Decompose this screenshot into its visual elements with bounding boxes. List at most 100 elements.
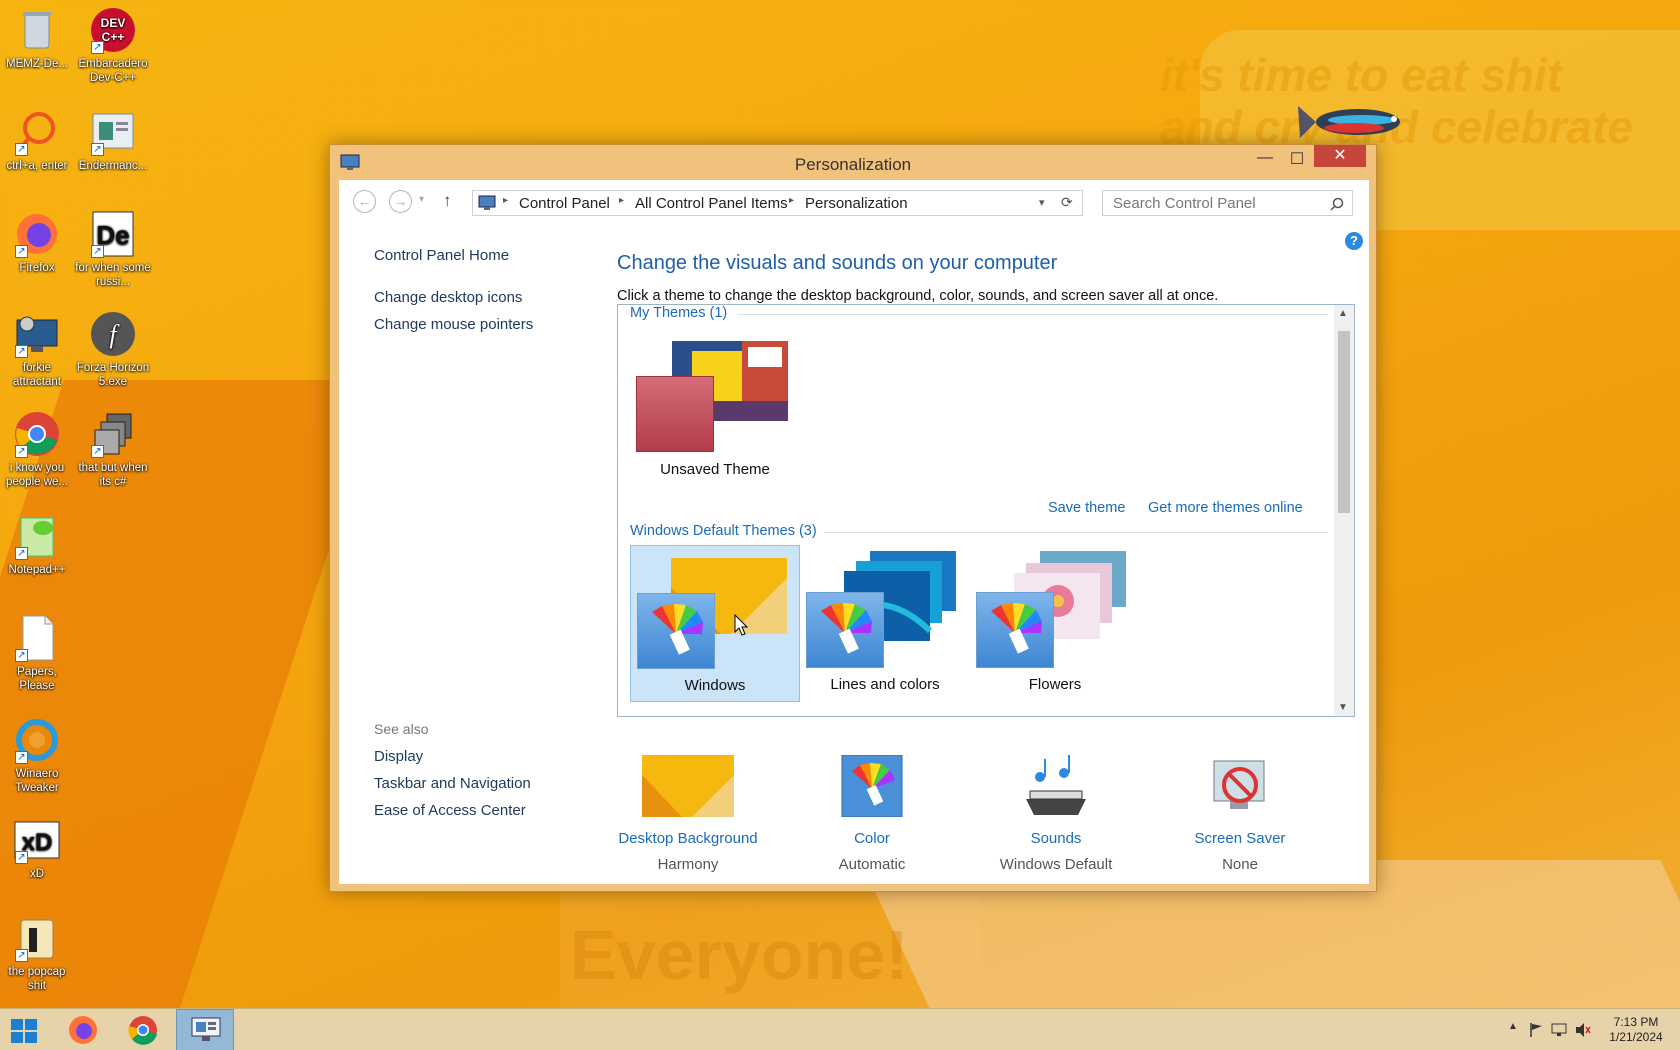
start-button[interactable] bbox=[0, 1009, 58, 1050]
search-icon: ↗ bbox=[13, 108, 61, 156]
flag-icon[interactable] bbox=[1529, 1022, 1543, 1038]
window-content: ← → ▾ ↑ ▸ Control Panel ▸ All Control Pa… bbox=[339, 180, 1369, 884]
default-themes-header: Windows Default Themes (3) bbox=[630, 523, 817, 539]
desktop-icon-endermanch[interactable]: ↗ Endermanc... bbox=[75, 108, 151, 173]
setting-title[interactable]: Screen Saver bbox=[1165, 830, 1315, 847]
themes-scrollbar[interactable]: ▲ ▼ bbox=[1334, 305, 1354, 716]
icon-label: xD bbox=[29, 868, 45, 880]
theme-windows[interactable]: Windows bbox=[630, 545, 800, 702]
navigation-bar: ← → ▾ ↑ ▸ Control Panel ▸ All Control Pa… bbox=[339, 180, 1369, 222]
theme-color-swatch bbox=[806, 592, 884, 668]
taskbar-chrome[interactable] bbox=[114, 1009, 172, 1050]
setting-title[interactable]: Color bbox=[797, 830, 947, 847]
show-hidden-icons-button[interactable]: ▲ bbox=[1508, 1021, 1518, 1032]
forward-button[interactable]: → bbox=[389, 190, 412, 213]
chrome-icon: ↗ bbox=[13, 410, 61, 458]
icon-label: Papers, Please bbox=[17, 666, 57, 692]
mouse-cursor-icon bbox=[734, 614, 748, 636]
control-panel-icon bbox=[478, 195, 496, 210]
desktop-icon-papers-please[interactable]: ↗ Papers, Please bbox=[0, 614, 75, 693]
window-title: Personalization bbox=[794, 155, 912, 174]
document-editor-icon: De ↗ bbox=[89, 210, 137, 258]
icon-label: Winaero Tweaker bbox=[15, 768, 59, 794]
desktop-icon-russian[interactable]: De ↗ for when some russi... bbox=[75, 210, 151, 289]
theme-lines-and-colors[interactable]: Lines and colors bbox=[800, 545, 970, 702]
desktop-icon-firefox[interactable]: ↗ Firefox bbox=[0, 210, 75, 275]
network-icon[interactable] bbox=[1551, 1022, 1567, 1038]
firefox-icon bbox=[69, 1016, 97, 1044]
screen-saver-setting[interactable]: Screen Saver None bbox=[1165, 755, 1315, 873]
search-input[interactable]: Search Control Panel bbox=[1113, 195, 1256, 212]
color-setting[interactable]: Color Automatic bbox=[797, 754, 947, 873]
scroll-up-icon[interactable]: ▲ bbox=[1338, 308, 1348, 319]
up-button[interactable]: ↑ bbox=[443, 191, 452, 211]
setting-title[interactable]: Sounds bbox=[981, 830, 1131, 847]
theme-unsaved[interactable]: Unsaved Theme bbox=[630, 333, 800, 490]
setting-title[interactable]: Desktop Background bbox=[613, 830, 763, 847]
maximize-button[interactable]: ☐ bbox=[1282, 149, 1312, 171]
change-mouse-pointers-link[interactable]: Change mouse pointers bbox=[374, 316, 533, 333]
theme-label: Windows bbox=[684, 677, 746, 694]
breadcrumb-control-panel[interactable]: Control Panel bbox=[519, 195, 610, 212]
xd-icon: xD ↗ bbox=[13, 816, 61, 864]
scrollbar-thumb[interactable] bbox=[1338, 331, 1350, 513]
taskbar-control-panel[interactable] bbox=[176, 1009, 234, 1050]
sounds-setting[interactable]: Sounds Windows Default bbox=[981, 755, 1131, 873]
address-bar[interactable]: ▸ Control Panel ▸ All Control Panel Item… bbox=[472, 190, 1083, 216]
breadcrumb-personalization[interactable]: Personalization bbox=[805, 195, 908, 212]
svg-text:DEV: DEV bbox=[101, 16, 126, 30]
desktop-icon-forkie[interactable]: ↗ forkie attractant bbox=[0, 310, 75, 389]
title-bar[interactable]: Personalization — ☐ ✕ bbox=[330, 145, 1376, 180]
breadcrumb-all-items[interactable]: All Control Panel Items bbox=[635, 195, 788, 212]
ease-of-access-link[interactable]: Ease of Access Center bbox=[374, 802, 526, 819]
display-link[interactable]: Display bbox=[374, 748, 423, 765]
desktop-icon-xd[interactable]: xD ↗ xD bbox=[0, 816, 75, 881]
desktop-icon-devcpp[interactable]: DEV C++ ↗ Embarcadero Dev-C++ bbox=[75, 6, 151, 85]
desktop-icon-ctrl-a[interactable]: ↗ ctrl+a, enter bbox=[0, 108, 75, 173]
icon-label: Notepad++ bbox=[8, 564, 66, 576]
search-icon[interactable] bbox=[1330, 197, 1344, 211]
taskbar-firefox[interactable] bbox=[54, 1009, 112, 1050]
taskbar: ▲ 7:13 PM 1/21/2024 bbox=[0, 1008, 1680, 1050]
address-dropdown-icon[interactable]: ▾ bbox=[1039, 196, 1045, 209]
icon-label: Endermanc... bbox=[78, 160, 148, 172]
setting-value: Automatic bbox=[838, 856, 906, 873]
desktop-icon-forza[interactable]: f Forza Horizon 5.exe bbox=[75, 310, 151, 389]
devcpp-icon: DEV C++ ↗ bbox=[89, 6, 137, 54]
control-panel-home-link[interactable]: Control Panel Home bbox=[374, 247, 509, 264]
divider bbox=[824, 532, 1328, 533]
desktop-icon-winaero[interactable]: ↗ Winaero Tweaker bbox=[0, 716, 75, 795]
setting-value: Harmony bbox=[657, 856, 719, 873]
volume-muted-icon[interactable] bbox=[1575, 1022, 1591, 1038]
back-button[interactable]: ← bbox=[353, 190, 376, 213]
clock[interactable]: 7:13 PM 1/21/2024 bbox=[1596, 1015, 1676, 1045]
get-more-themes-link[interactable]: Get more themes online bbox=[1148, 500, 1303, 516]
theme-flowers[interactable]: Flowers bbox=[970, 545, 1140, 702]
change-desktop-icons-link[interactable]: Change desktop icons bbox=[374, 289, 522, 306]
save-theme-link[interactable]: Save theme bbox=[1048, 500, 1125, 516]
windows-logo-icon bbox=[11, 1019, 37, 1043]
desktop-icon-notepadpp[interactable]: ↗ Notepad++ bbox=[0, 512, 75, 577]
desktop-background-setting[interactable]: Desktop Background Harmony bbox=[613, 755, 763, 873]
desktop-icon-csharp[interactable]: ↗ that but when its c# bbox=[75, 410, 151, 489]
desktop-icon-chrome[interactable]: ↗ i know you people we... bbox=[0, 410, 75, 489]
taskbar-navigation-link[interactable]: Taskbar and Navigation bbox=[374, 775, 531, 792]
search-box[interactable]: Search Control Panel bbox=[1102, 190, 1353, 216]
close-button[interactable]: ✕ bbox=[1314, 145, 1366, 167]
theme-label: Lines and colors bbox=[830, 676, 940, 693]
winaero-icon: ↗ bbox=[13, 716, 61, 764]
desktop-icon-memz[interactable]: MEMZ-De... bbox=[0, 6, 75, 71]
recent-pages-chevron-icon[interactable]: ▾ bbox=[419, 194, 424, 205]
chrome-icon bbox=[128, 1016, 157, 1045]
clock-date: 1/21/2024 bbox=[1609, 1030, 1663, 1044]
refresh-icon[interactable]: ⟳ bbox=[1061, 194, 1073, 211]
desktop-icon-popcap[interactable]: ↗ the popcap shit bbox=[0, 914, 75, 993]
folder-icon: ↗ bbox=[13, 914, 61, 962]
minimize-button[interactable]: — bbox=[1250, 149, 1280, 171]
file-icon: ↗ bbox=[13, 614, 61, 662]
icon-label: forkie attractant bbox=[13, 362, 61, 388]
help-icon[interactable]: ? bbox=[1345, 232, 1363, 250]
color-palette-icon bbox=[821, 603, 872, 654]
scroll-down-icon[interactable]: ▼ bbox=[1338, 702, 1348, 713]
sounds-icon bbox=[1026, 755, 1086, 815]
